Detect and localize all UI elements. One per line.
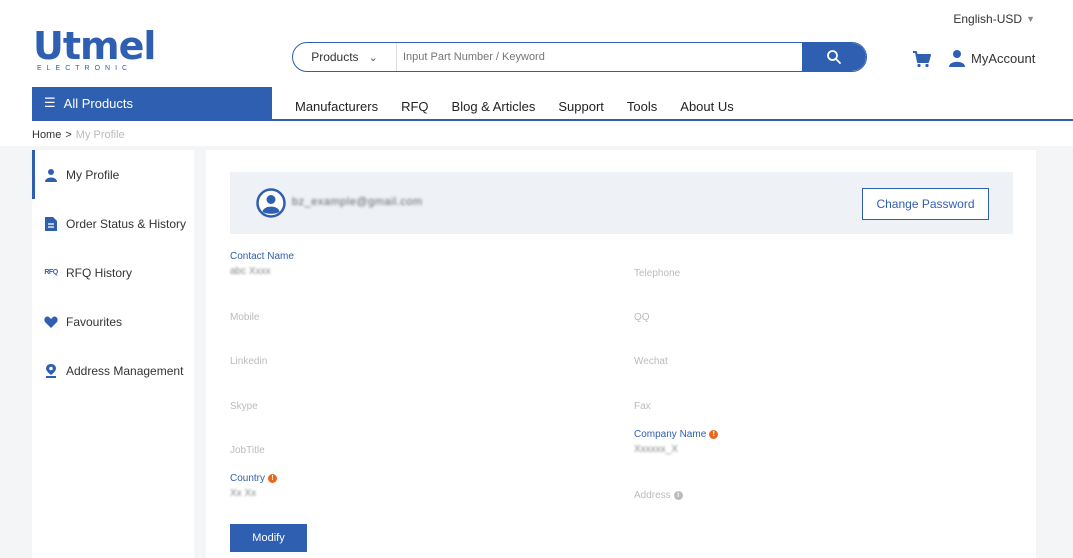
required-info-icon: ! (709, 430, 719, 439)
skype-label: Skype (230, 401, 258, 412)
qq-label: QQ (634, 312, 650, 323)
field-jobtitle[interactable]: JobTitle (230, 445, 265, 456)
all-products-label: All Products (63, 95, 134, 111)
wechat-label: Wechat (634, 356, 668, 367)
search-category-label: Products (311, 50, 359, 64)
mobile-label: Mobile (230, 312, 260, 323)
user-icon (949, 50, 965, 67)
nav-rfq[interactable]: RFQ (401, 99, 428, 114)
profile-panel: bz_example@gmail.com Change Password Con… (206, 150, 1036, 558)
logo[interactable]: Utmel ELECTRONIC (33, 24, 156, 72)
language-label: English-USD (953, 12, 1023, 26)
contact-name-value[interactable]: abc Xxxx (230, 266, 294, 277)
sidebar-item-label: Order Status & History (66, 216, 187, 231)
account-sidebar: My Profile Order Status & History RFQ RF… (32, 150, 194, 558)
company-name-label: Company Name ! (634, 429, 719, 440)
modify-button[interactable]: Modify (230, 524, 307, 552)
company-name-label-text: Company Name (634, 429, 707, 440)
sidebar-item-label: RFQ History (66, 265, 132, 280)
breadcrumb: Home > My Profile (32, 129, 125, 141)
fax-label: Fax (634, 401, 651, 412)
address-label: Address i (634, 490, 683, 501)
nav-manufacturers[interactable]: Manufacturers (295, 99, 378, 114)
sidebar-item-favourites[interactable]: Favourites (32, 297, 194, 346)
logo-subtitle: ELECTRONIC (37, 65, 133, 72)
sidebar-item-address-management[interactable]: Address Management (32, 346, 194, 395)
language-selector[interactable]: English-USD ▼ (953, 12, 1035, 26)
country-label-text: Country (230, 473, 266, 484)
nav-tools[interactable]: Tools (627, 99, 657, 114)
sidebar-item-label: My Profile (66, 167, 120, 182)
search-bar: Products ⌄ (292, 42, 867, 72)
nav-divider (32, 119, 1073, 121)
address-label-text: Address (634, 490, 671, 501)
user-summary-bar: bz_example@gmail.com Change Password (230, 172, 1013, 234)
info-icon: i (673, 491, 683, 500)
field-telephone[interactable]: Telephone (634, 268, 680, 279)
sidebar-item-my-profile[interactable]: My Profile (32, 150, 194, 199)
rfq-icon: RFQ (44, 269, 58, 276)
country-label: Country ! (230, 473, 278, 484)
avatar-icon (256, 188, 286, 218)
search-button[interactable] (802, 43, 866, 71)
nav-about-us[interactable]: About Us (680, 99, 733, 114)
field-mobile[interactable]: Mobile (230, 312, 259, 323)
company-name-value[interactable]: Xxxxxx_X (634, 444, 718, 455)
field-wechat[interactable]: Wechat (634, 356, 668, 367)
search-icon (827, 50, 841, 64)
main-nav: Manufacturers RFQ Blog & Articles Suppor… (295, 99, 757, 114)
sidebar-item-label: Address Management (66, 363, 184, 378)
chevron-down-icon: ⌄ (368, 51, 378, 64)
search-input[interactable] (397, 43, 802, 71)
sidebar-item-label: Favourites (66, 314, 123, 329)
order-icon (44, 216, 58, 231)
my-account-label: MyAccount (971, 50, 1036, 66)
menu-icon: ☰ (44, 95, 56, 110)
nav-blog-articles[interactable]: Blog & Articles (452, 99, 536, 114)
cart-button[interactable] (912, 50, 932, 73)
field-company-name: Company Name ! Xxxxxx_X (634, 429, 719, 455)
jobtitle-label: JobTitle (230, 445, 265, 456)
field-contact-name: Contact Name abc Xxxx (230, 251, 294, 277)
field-linkedin[interactable]: Linkedin (230, 356, 267, 367)
telephone-label: Telephone (634, 268, 681, 279)
sidebar-item-order-status[interactable]: Order Status & History (32, 199, 194, 248)
country-value[interactable]: Xx Xx (230, 488, 277, 499)
caret-down-icon: ▼ (1026, 14, 1035, 24)
field-skype[interactable]: Skype (230, 401, 258, 412)
field-country: Country ! Xx Xx (230, 473, 278, 499)
change-password-button[interactable]: Change Password (862, 188, 989, 220)
all-products-button[interactable]: ☰ All Products (32, 87, 272, 119)
location-icon (44, 363, 58, 378)
breadcrumb-current: My Profile (75, 129, 125, 141)
my-account-link[interactable]: MyAccount (948, 49, 1035, 67)
cart-icon (913, 51, 931, 68)
nav-support[interactable]: Support (558, 99, 604, 114)
breadcrumb-separator: > (65, 129, 72, 141)
field-qq[interactable]: QQ (634, 312, 650, 323)
search-category-select[interactable]: Products ⌄ (293, 43, 397, 71)
sidebar-item-rfq-history[interactable]: RFQ RFQ History (32, 248, 194, 297)
breadcrumb-home[interactable]: Home (32, 129, 61, 141)
heart-icon (44, 315, 58, 329)
required-info-icon: ! (268, 474, 278, 483)
field-address[interactable]: Address i (634, 490, 683, 501)
user-icon (44, 168, 58, 182)
contact-name-label: Contact Name (230, 251, 294, 262)
field-fax[interactable]: Fax (634, 401, 651, 412)
user-email: bz_example@gmail.com (292, 196, 423, 208)
linkedin-label: Linkedin (230, 356, 268, 367)
logo-word: Utmel (33, 24, 156, 68)
